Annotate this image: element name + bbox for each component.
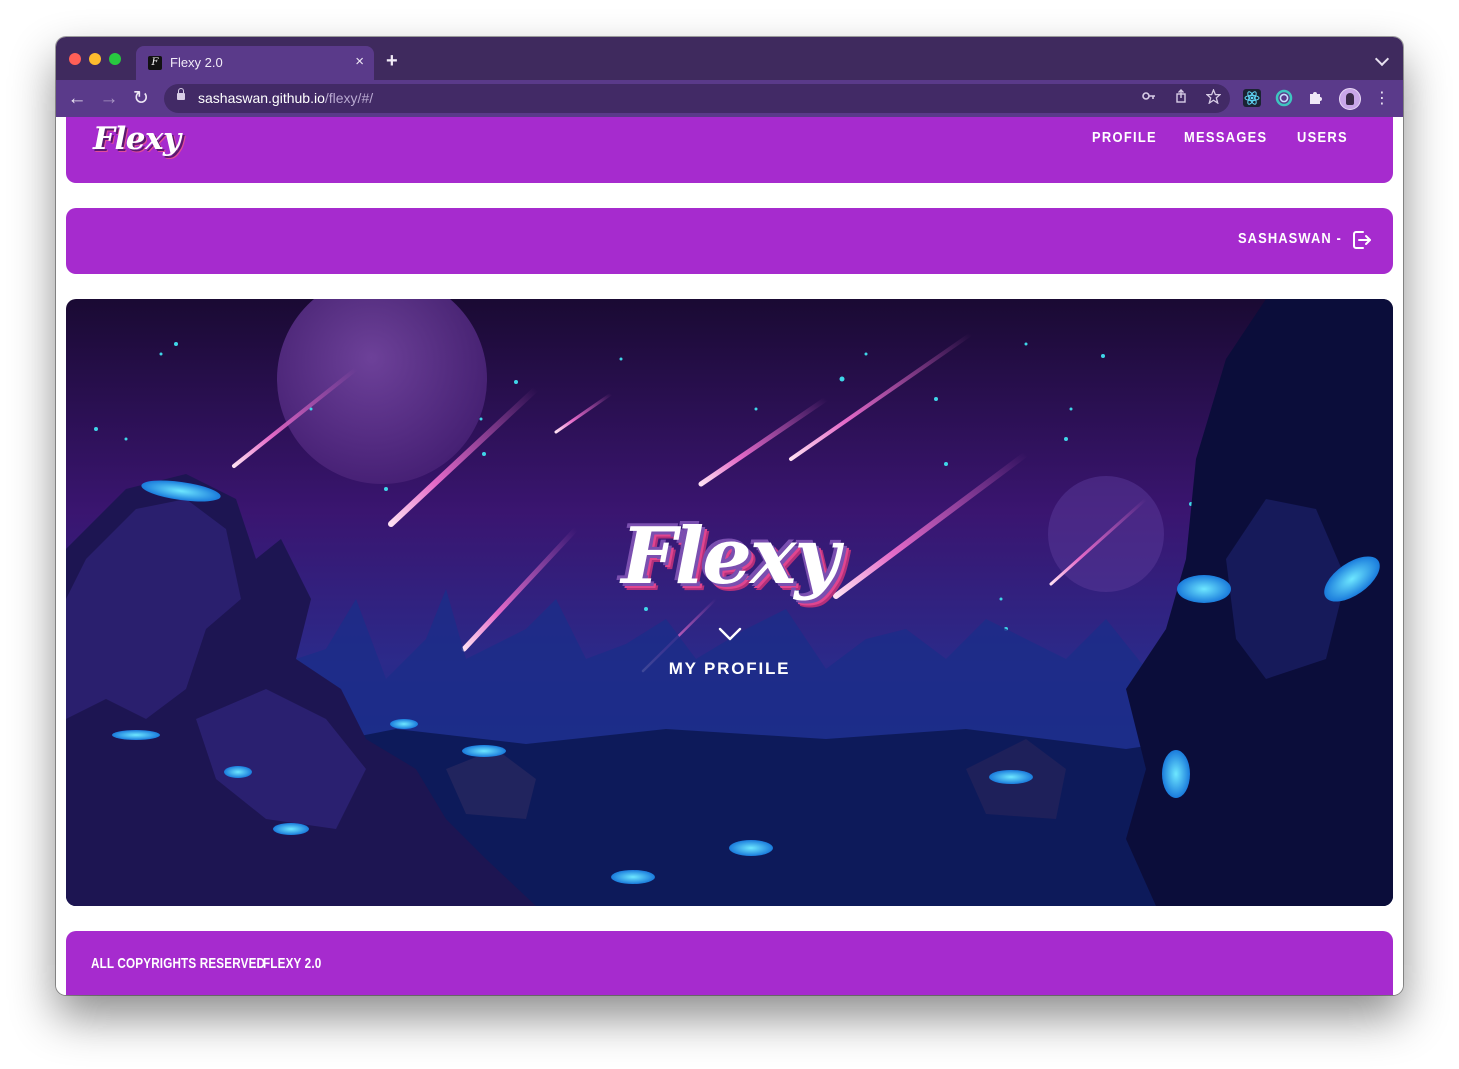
- my-profile-link[interactable]: MY PROFILE: [66, 659, 1393, 679]
- nav-link-users[interactable]: USERS: [1297, 129, 1348, 146]
- bookmark-star-icon[interactable]: [1204, 88, 1222, 107]
- key-icon[interactable]: [1140, 89, 1158, 107]
- username-label: SASHASWAN -: [1237, 230, 1342, 247]
- profile-avatar[interactable]: [1339, 88, 1361, 110]
- tab-search-chevron-icon[interactable]: [1374, 51, 1390, 67]
- lock-icon: [177, 88, 185, 100]
- share-icon[interactable]: [1172, 89, 1190, 107]
- close-window-button[interactable]: [69, 53, 81, 65]
- copyright-text: ALL COPYRIGHTS RESERVED: [91, 955, 266, 972]
- browser-menu-icon[interactable]: ⋮: [1374, 89, 1390, 109]
- browser-window: F Flexy 2.0 × + ← → ↻ sashaswan.github.i…: [56, 37, 1403, 995]
- reload-button[interactable]: ↻: [129, 87, 153, 111]
- tab-close-icon[interactable]: ×: [355, 53, 364, 71]
- maximize-window-button[interactable]: [109, 53, 121, 65]
- color-wheel-extension-icon[interactable]: [1275, 89, 1293, 107]
- url-path: /flexy/#/: [324, 90, 374, 106]
- logout-icon[interactable]: [1352, 230, 1372, 250]
- web-page: Flexy PROFILE MESSAGES USERS SASHASWAN -: [56, 117, 1403, 995]
- nav-link-messages[interactable]: MESSAGES: [1184, 129, 1267, 146]
- new-tab-button[interactable]: +: [386, 51, 398, 71]
- hero-title: Flexy: [621, 511, 839, 602]
- version-text: FLEXY 2.0: [263, 955, 322, 972]
- back-button[interactable]: ←: [65, 87, 89, 111]
- site-header: Flexy PROFILE MESSAGES USERS: [66, 117, 1393, 183]
- space-landscape-illustration: [66, 299, 1393, 906]
- react-devtools-icon[interactable]: [1243, 89, 1261, 107]
- tab-strip: F Flexy 2.0 × +: [56, 37, 1403, 80]
- tab-title: Flexy 2.0: [170, 55, 223, 70]
- forward-button[interactable]: →: [97, 87, 121, 111]
- site-footer: ALL COPYRIGHTS RESERVED FLEXY 2.0: [66, 931, 1393, 995]
- site-logo[interactable]: Flexy: [93, 121, 181, 157]
- nav-link-profile[interactable]: PROFILE: [1092, 129, 1157, 146]
- minimize-window-button[interactable]: [89, 53, 101, 65]
- browser-tab[interactable]: F Flexy 2.0 ×: [136, 46, 374, 80]
- user-bar: SASHASWAN -: [66, 208, 1393, 274]
- browser-toolbar: ← → ↻ sashaswan.github.io/flexy/#/ ⋮: [56, 80, 1403, 117]
- favicon-icon: F: [148, 56, 162, 70]
- url-text: sashaswan.github.io/flexy/#/: [198, 90, 373, 106]
- address-bar[interactable]: sashaswan.github.io/flexy/#/: [164, 84, 1230, 113]
- hero-banner: Flexy MY PROFILE: [66, 299, 1393, 906]
- extensions-puzzle-icon[interactable]: [1307, 89, 1325, 107]
- url-domain: sashaswan.github.io: [198, 90, 325, 106]
- chevron-down-icon[interactable]: [718, 627, 742, 641]
